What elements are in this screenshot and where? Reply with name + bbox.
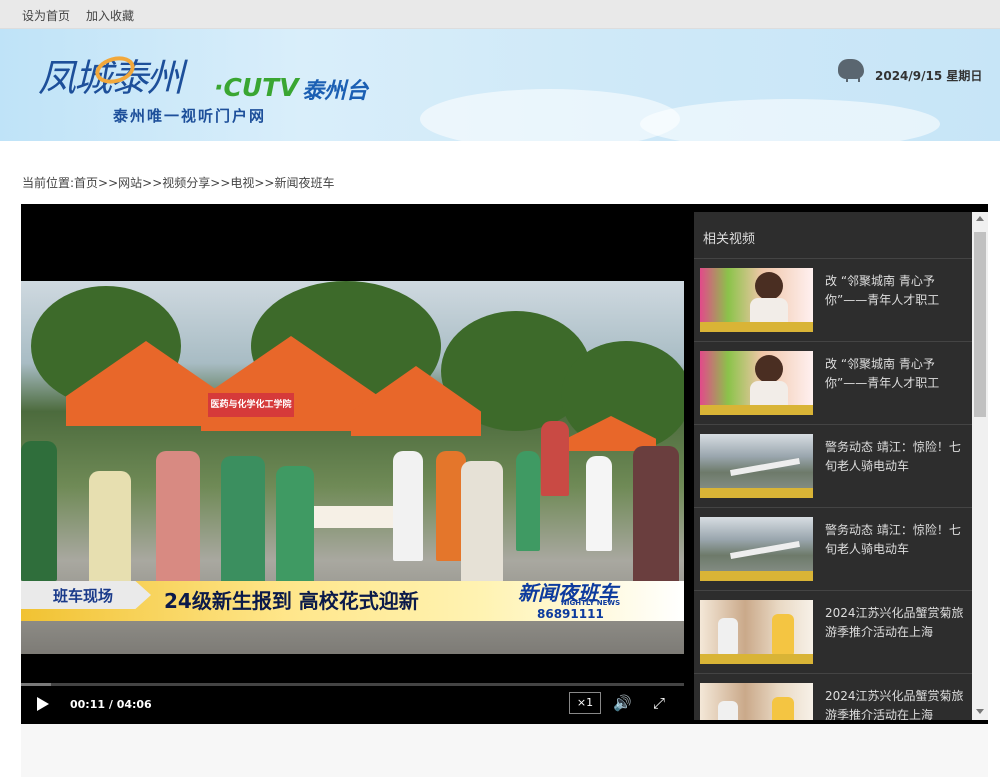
scroll-thumb[interactable]	[974, 232, 986, 417]
person	[772, 614, 794, 658]
thumb-caption-strip	[700, 488, 813, 498]
program-phone: 86891111	[537, 607, 604, 621]
site-logo-station[interactable]: 泰州台	[302, 73, 368, 105]
set-home-link[interactable]: 设为首页	[22, 7, 70, 24]
sidebar-scrollbar[interactable]	[972, 212, 988, 720]
person	[21, 441, 57, 581]
program-logo-en: NIGHTLY NEWS	[561, 599, 621, 607]
related-video-title[interactable]: 警务动态 靖江：惊险！七旬老人骑电动车	[825, 438, 965, 476]
thumb-caption-strip	[700, 322, 813, 332]
speed-button[interactable]: ×1	[569, 692, 601, 714]
volume-icon[interactable]: 🔊	[613, 694, 632, 712]
video-thumbnail[interactable]	[700, 600, 813, 664]
video-thumbnail[interactable]	[700, 517, 813, 581]
caption-title: 24级新生报到 高校花式迎新	[164, 589, 419, 613]
thumb-caption-strip	[700, 654, 813, 664]
list-item[interactable]: 警务动态 靖江：惊险！七旬老人骑电动车	[694, 507, 972, 590]
content-area	[21, 724, 988, 777]
fullscreen-icon[interactable]: ⤢	[653, 694, 665, 712]
video-player: 医药与化学化工学院 班车现场 24级新生报到 高校花式迎新 新闻夜班车 NIGH…	[21, 204, 988, 724]
video-thumbnail[interactable]	[700, 351, 813, 415]
interviewee	[755, 272, 783, 300]
cloud-icon	[838, 59, 864, 82]
caption-label: 班车现场	[21, 581, 151, 609]
progress-fill	[21, 683, 51, 686]
person	[516, 451, 540, 551]
play-icon[interactable]	[37, 697, 49, 711]
person	[541, 421, 569, 496]
road	[730, 457, 800, 477]
site-slogan: 泰州唯一视听门户网	[113, 107, 267, 125]
add-favorite-link[interactable]: 加入收藏	[86, 7, 134, 24]
progress-bar[interactable]	[21, 683, 684, 686]
list-item[interactable]: 2024江苏兴化品蟹赏菊旅游季推介活动在上海	[694, 590, 972, 673]
interviewee	[755, 355, 783, 383]
current-date: 2024/9/15 星期日	[875, 69, 983, 83]
person	[156, 451, 200, 591]
playback-time: 00:11 / 04:06	[70, 698, 152, 711]
person	[772, 697, 794, 720]
related-video-title[interactable]: 2024江苏兴化品蟹赏菊旅游季推介活动在上海	[825, 604, 965, 642]
related-videos-title: 相关视频	[703, 232, 756, 247]
list-item[interactable]: 警务动态 靖江：惊险！七旬老人骑电动车	[694, 424, 972, 507]
related-video-title[interactable]: 改 “邻聚城南 青心予你”——青年人才职工	[825, 355, 965, 393]
person	[393, 451, 423, 561]
site-banner: 凤城泰州 ·CUTV 泰州台 泰州唯一视听门户网 2024/9/15 星期日	[0, 29, 1000, 141]
top-bar: 设为首页 加入收藏	[0, 0, 1000, 29]
banner-cloud	[640, 99, 940, 141]
related-video-title[interactable]: 2024江苏兴化品蟹赏菊旅游季推介活动在上海	[825, 687, 965, 720]
thumb-caption-strip	[700, 405, 813, 415]
road	[730, 540, 800, 560]
related-videos-list: 改 “邻聚城南 青心予你”——青年人才职工 改 “邻聚城南 青心予你”——青年人…	[694, 258, 972, 720]
person	[718, 701, 738, 720]
related-videos-panel: 相关视频 改 “邻聚城南 青心予你”——青年人才职工 改 “邻聚城南 青心予你”…	[694, 212, 972, 720]
thumb-caption-strip	[700, 571, 813, 581]
banner-sign: 医药与化学化工学院	[208, 393, 294, 417]
list-item[interactable]: 改 “邻聚城南 青心予你”——青年人才职工	[694, 258, 972, 341]
site-logo-cutv[interactable]: ·CUTV	[214, 73, 299, 102]
video-thumbnail[interactable]	[700, 434, 813, 498]
video-thumbnail[interactable]	[700, 268, 813, 332]
list-item[interactable]: 改 “邻聚城南 青心予你”——青年人才职工	[694, 341, 972, 424]
person	[221, 456, 265, 586]
scroll-down-icon[interactable]	[976, 709, 984, 714]
video-thumbnail[interactable]	[700, 683, 813, 720]
person	[89, 471, 131, 591]
video-frame[interactable]: 医药与化学化工学院 班车现场 24级新生报到 高校花式迎新 新闻夜班车 NIGH…	[21, 281, 684, 654]
list-item[interactable]: 2024江苏兴化品蟹赏菊旅游季推介活动在上海	[694, 673, 972, 720]
related-video-title[interactable]: 警务动态 靖江：惊险！七旬老人骑电动车	[825, 521, 965, 559]
person	[718, 618, 738, 658]
person	[586, 456, 612, 551]
related-video-title[interactable]: 改 “邻聚城南 青心予你”——青年人才职工	[825, 272, 965, 310]
breadcrumb[interactable]: 当前位置:首页>>网站>>视频分享>>电视>>新闻夜班车	[22, 174, 334, 191]
banner-cloud	[420, 89, 680, 141]
scroll-up-icon[interactable]	[976, 216, 984, 221]
